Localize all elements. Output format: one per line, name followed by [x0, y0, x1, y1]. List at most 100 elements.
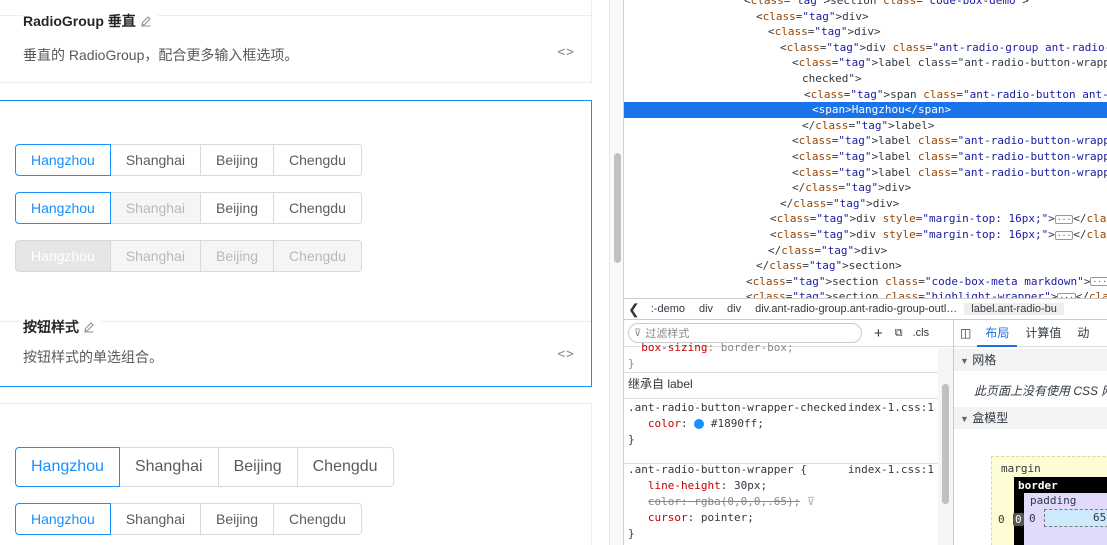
- demo-card-size: Hangzhou Shanghai Beijing Chengdu Hangzhou S…: [0, 403, 592, 545]
- style-rule-fragment: box-sizing: border-box; }: [628, 341, 794, 370]
- radio-group-default: Hangzhou Shanghai Beijing Chengdu: [15, 503, 362, 535]
- demo-title-text: RadioGroup 垂直: [23, 13, 136, 29]
- radio-button-chengdu[interactable]: Chengdu: [274, 240, 362, 272]
- radio-button-chengdu[interactable]: Chengdu: [274, 503, 362, 535]
- border-left-value[interactable]: 0: [1013, 513, 1024, 526]
- breadcrumb-back-icon[interactable]: ❮: [624, 301, 644, 318]
- page-scrollbar[interactable]: [609, 0, 624, 545]
- dom-node[interactable]: </class="tag">div>: [624, 180, 911, 196]
- demo-description: 按钮样式的单选组合。: [23, 349, 163, 365]
- style-declaration[interactable]: color: rgba(0,0,0,.65); ⊽: [628, 494, 938, 510]
- box-model-section-header[interactable]: ▼ 盒模型: [954, 407, 1107, 429]
- rule-selector: .ant-radio-button-wrapper: [628, 463, 794, 476]
- new-rule-button[interactable]: +: [874, 325, 883, 342]
- border-label: border: [1018, 479, 1058, 492]
- toggle-element-state-icon[interactable]: ⧉: [895, 327, 903, 340]
- dom-node[interactable]: <class="tag">label class="ant-radio-butt…: [624, 165, 1107, 181]
- radio-button-hangzhou[interactable]: Hangzhou: [15, 447, 120, 487]
- styles-scrollbar[interactable]: [938, 348, 953, 545]
- radio-button-chengdu[interactable]: Chengdu: [297, 447, 394, 487]
- radio-button-hangzhou[interactable]: Hangzhou: [15, 144, 111, 176]
- breadcrumb-item[interactable]: div: [720, 303, 748, 315]
- box-model-diagram: margin 0 border 0 padding 0 65: [991, 456, 1107, 545]
- radio-button-shanghai[interactable]: Shanghai: [110, 144, 201, 176]
- dom-node[interactable]: <class="tag">div style="margin-top: 16px…: [624, 227, 1107, 243]
- radio-button-hangzhou[interactable]: Hangzhou: [15, 503, 111, 535]
- layout-tabs: ◫ 布局 计算值 动: [954, 320, 1107, 347]
- dom-node[interactable]: <class="tag">div style="margin-top: 16px…: [624, 211, 1107, 227]
- breadcrumb-item[interactable]: div: [692, 303, 720, 315]
- dom-node[interactable]: </class="tag">div>: [624, 243, 887, 259]
- inherited-from-label: 继承自 label: [628, 377, 693, 391]
- layout-pane: ◫ 布局 计算值 动 ▼ 网格 此页面上没有使用 CSS 网 ▼ 盒模型 mar…: [954, 320, 1107, 545]
- grid-note: 此页面上没有使用 CSS 网: [974, 384, 1107, 398]
- filter-placeholder: 过滤样式: [645, 328, 690, 340]
- dom-node[interactable]: <class="tag">section class="code-box-met…: [624, 274, 1107, 290]
- style-declaration[interactable]: cursor: pointer;: [628, 510, 938, 526]
- breadcrumb-item[interactable]: :-demo: [644, 303, 692, 315]
- tab-computed[interactable]: 计算值: [1017, 320, 1069, 347]
- demo-card-button-style: Hangzhou Shanghai Beijing Chengdu Hangzhou S…: [0, 100, 592, 387]
- style-declaration[interactable]: line-height: 30px;: [628, 478, 938, 494]
- margin-label: margin: [1001, 462, 1041, 475]
- padding-left-value[interactable]: 0: [1029, 512, 1036, 525]
- demo-card-radiogroup-vertical: RadioGroup 垂直 垂直的 RadioGroup，配合更多输入框选项。 …: [0, 0, 592, 83]
- dom-node[interactable]: checked">: [624, 71, 862, 87]
- dom-node[interactable]: <class="tag">span class="ant-radio-butto…: [624, 87, 1107, 103]
- dom-node[interactable]: <class="tag">div class="ant-radio-group …: [624, 40, 1107, 56]
- radio-button-shanghai[interactable]: Shanghai: [110, 503, 201, 535]
- radio-button-chengdu[interactable]: Chengdu: [274, 144, 362, 176]
- dom-node[interactable]: </class="tag">section>: [624, 258, 902, 274]
- dom-node-selected[interactable]: <span>Hangzhou</span>: [624, 102, 1107, 119]
- dom-breadcrumb: ❮ :-demo div div div.ant-radio-group.ant-ra…: [624, 298, 1107, 320]
- radio-button-shanghai[interactable]: Shanghai: [119, 447, 219, 487]
- breadcrumb-item[interactable]: div.ant-radio-group.ant-radio-group-outl…: [748, 303, 964, 315]
- scrollbar-thumb[interactable]: [942, 384, 949, 504]
- styles-pane: ⊽ 过滤样式 + ⧉ .cls box-sizing: border-box; …: [624, 320, 954, 545]
- dom-node[interactable]: </class="tag">label>: [624, 118, 934, 134]
- radio-button-beijing[interactable]: Beijing: [201, 192, 275, 224]
- dom-node[interactable]: <class="tag">div>: [624, 9, 869, 25]
- radio-button-beijing[interactable]: Beijing: [201, 144, 275, 176]
- radio-button-hangzhou[interactable]: Hangzhou: [15, 192, 111, 224]
- style-rule-checked: .ant-radio-button-wrapper-checked index-1…: [628, 400, 934, 446]
- padding-box: padding 0 65: [1024, 493, 1107, 545]
- dom-node[interactable]: <class="tag">label class="ant-radio-butt…: [624, 133, 1107, 149]
- border-box: border 0 padding 0 65: [1013, 477, 1107, 545]
- grid-section-header[interactable]: ▼ 网格: [954, 349, 1107, 371]
- radio-button-beijing[interactable]: Beijing: [201, 240, 275, 272]
- radio-group-3: Hangzhou Shanghai Beijing Chengdu: [15, 240, 362, 272]
- color-swatch[interactable]: [694, 419, 705, 429]
- content-box[interactable]: 65: [1044, 509, 1107, 527]
- padding-label: padding: [1030, 494, 1077, 507]
- edit-icon[interactable]: [83, 321, 95, 333]
- radio-button-hangzhou[interactable]: Hangzhou: [15, 240, 111, 272]
- code-expand-icon[interactable]: <>: [557, 347, 575, 362]
- demo-title-text: 按钮样式: [23, 319, 79, 335]
- demo-title: RadioGroup 垂直: [23, 11, 158, 31]
- radio-button-chengdu[interactable]: Chengdu: [274, 192, 362, 224]
- dom-node[interactable]: <class="tag">div>: [624, 24, 881, 40]
- radio-button-beijing[interactable]: Beijing: [201, 503, 275, 535]
- sidebar-toggle-icon[interactable]: ◫: [954, 320, 977, 347]
- rule-value[interactable]: #1890ff: [711, 417, 757, 430]
- tab-layout[interactable]: 布局: [977, 320, 1018, 347]
- rule-source-link[interactable]: index-1.css:1: [848, 462, 934, 478]
- scrollbar-thumb[interactable]: [614, 153, 621, 263]
- demo-description: 垂直的 RadioGroup，配合更多输入框选项。: [23, 47, 299, 63]
- radio-button-beijing[interactable]: Beijing: [218, 447, 298, 487]
- dom-node[interactable]: <class="tag">label class="ant-radio-butt…: [624, 55, 1107, 71]
- margin-left-value[interactable]: 0: [998, 513, 1005, 526]
- cls-button[interactable]: .cls: [913, 327, 930, 339]
- rule-source-link[interactable]: index-1.css:1: [848, 400, 934, 416]
- breadcrumb-item[interactable]: label.ant-radio-bu: [964, 303, 1064, 315]
- dom-node[interactable]: <class="tag">label class="ant-radio-butt…: [624, 149, 1107, 165]
- demo-preview-pane: RadioGroup 垂直 垂直的 RadioGroup，配合更多输入框选项。 …: [0, 0, 609, 545]
- code-expand-icon[interactable]: <>: [557, 45, 575, 60]
- radio-button-shanghai[interactable]: Shanghai: [110, 240, 201, 272]
- radio-button-shanghai[interactable]: Shanghai: [110, 192, 201, 224]
- dom-node[interactable]: </class="tag">div>: [624, 196, 899, 212]
- rule-prop[interactable]: color: [648, 417, 681, 430]
- edit-icon[interactable]: [140, 15, 152, 27]
- tab-animations[interactable]: 动: [1069, 320, 1097, 347]
